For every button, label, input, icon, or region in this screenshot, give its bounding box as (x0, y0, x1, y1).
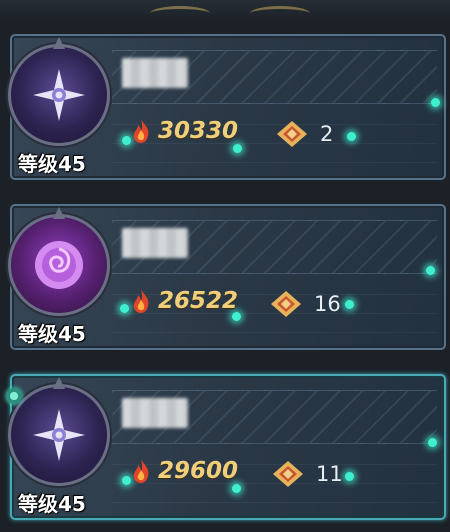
player-name-redacted (122, 398, 188, 428)
top-ornament (0, 0, 450, 22)
combat-power: 30330 (130, 118, 238, 144)
flame-icon (133, 119, 149, 143)
star-compass-icon (33, 69, 85, 121)
power-value: 30330 (158, 118, 239, 144)
ornament-left (150, 6, 210, 21)
player-card[interactable]: 等级45 30330 2 (4, 22, 446, 180)
glow-dot (345, 300, 354, 309)
count-value: 11 (316, 462, 343, 486)
level-label: 等级45 (18, 152, 86, 176)
player-name-redacted (122, 228, 188, 258)
glow-dot (345, 472, 354, 481)
level-label: 等级45 (18, 322, 86, 346)
flame-icon (133, 289, 149, 313)
flame-icon (133, 459, 149, 483)
power-value: 29600 (158, 458, 239, 484)
count-value: 2 (320, 122, 334, 146)
item-count: 11 (272, 460, 343, 488)
star-compass-icon (33, 409, 85, 461)
gem-icon (277, 121, 307, 147)
player-name-redacted (122, 58, 188, 88)
combat-power: 26522 (130, 288, 238, 314)
ornament-right (250, 6, 310, 21)
player-emblem[interactable] (8, 207, 110, 316)
player-emblem[interactable] (8, 37, 110, 146)
gem-icon (273, 461, 303, 487)
player-card[interactable]: 等级45 26522 16 (4, 192, 446, 350)
gem-icon (271, 291, 301, 317)
glow-dot (426, 266, 435, 275)
status-indicator-icon (6, 388, 22, 404)
player-card[interactable]: 等级45 29600 11 (4, 362, 446, 520)
glow-dot (431, 98, 440, 107)
item-count: 2 (276, 120, 333, 148)
glow-dot (233, 144, 242, 153)
glow-dot (428, 438, 437, 447)
count-value: 16 (314, 292, 341, 316)
item-count: 16 (270, 290, 341, 318)
glow-dot (347, 132, 356, 141)
combat-power: 29600 (130, 458, 238, 484)
power-value: 26522 (158, 288, 239, 314)
glow-dot (232, 484, 241, 493)
level-label: 等级45 (18, 492, 86, 516)
glow-dot (120, 304, 129, 313)
rose-icon (35, 241, 83, 289)
player-emblem[interactable] (8, 377, 110, 486)
